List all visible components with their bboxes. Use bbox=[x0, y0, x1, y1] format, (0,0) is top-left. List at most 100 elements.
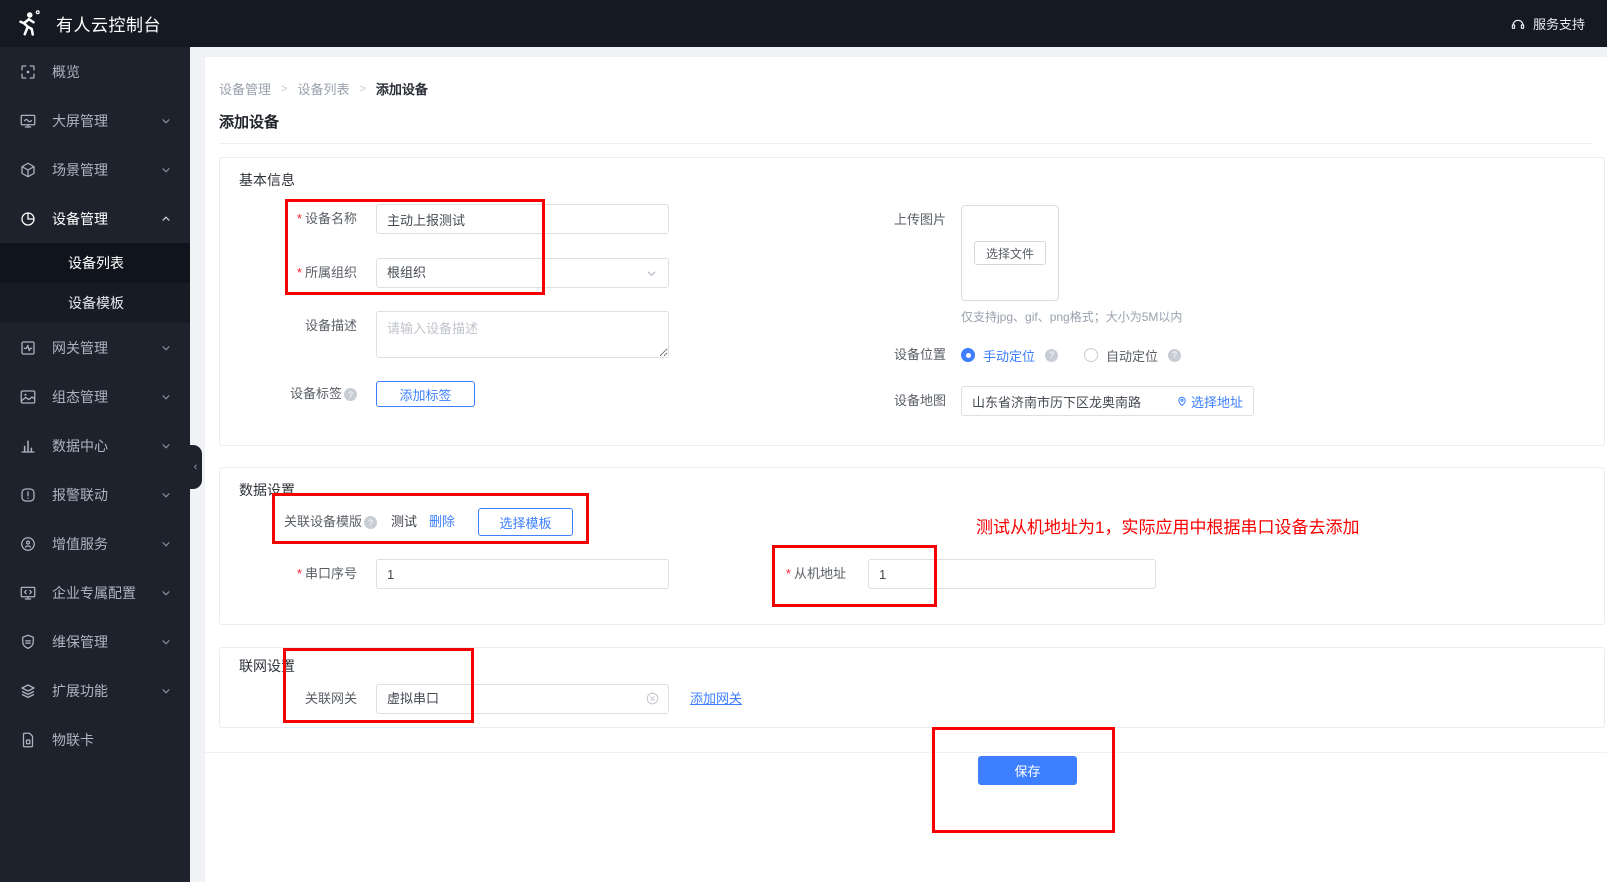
chevron-down-icon bbox=[160, 685, 172, 697]
section-title-data: 数据设置 bbox=[239, 482, 295, 498]
chevron-down-icon bbox=[160, 164, 172, 176]
upload-image-dropzone[interactable]: 选择文件 bbox=[961, 205, 1059, 301]
collapse-chevron-icon: ‹ bbox=[193, 461, 198, 473]
manual-location-label: 手动定位 bbox=[983, 348, 1036, 364]
device-map-input[interactable]: 山东省济南市历下区龙奥南路 选择地址 bbox=[961, 386, 1254, 416]
sidebar-item-enterprise-config[interactable]: 企业专属配置 bbox=[0, 568, 190, 617]
layers-icon bbox=[19, 682, 37, 700]
breadcrumb: 设备管理 > 设备列表 > 添加设备 bbox=[219, 79, 428, 98]
sidebar-item-label: 大屏管理 bbox=[52, 112, 108, 129]
chevron-down-icon bbox=[160, 587, 172, 599]
auto-location-radio[interactable]: 自动定位 ? bbox=[1084, 340, 1182, 370]
section-title-network: 联网设置 bbox=[239, 658, 295, 674]
choose-file-button[interactable]: 选择文件 bbox=[974, 241, 1046, 265]
breadcrumb-separator: > bbox=[359, 82, 366, 95]
sidebar-item-iot-card[interactable]: 物联卡 bbox=[0, 715, 190, 764]
device-location-row: 设备位置 手动定位 ? 自动定位 ? bbox=[220, 340, 1604, 370]
sidebar-item-scene-mgmt[interactable]: 场景管理 bbox=[0, 145, 190, 194]
device-map-label: 设备地图 bbox=[893, 393, 946, 408]
device-template-value: 测试 bbox=[391, 514, 418, 529]
section-title-basic: 基本信息 bbox=[239, 172, 295, 188]
chevron-down-icon bbox=[160, 489, 172, 501]
breadcrumb-device-mgmt[interactable]: 设备管理 bbox=[219, 79, 271, 98]
network-settings-panel: 联网设置 关联网关 虚拟串口 添加网关 bbox=[219, 647, 1605, 728]
bar-chart-icon bbox=[19, 437, 37, 455]
page-title: 添加设备 bbox=[219, 114, 280, 131]
organization-label: * 所属组织 bbox=[296, 265, 357, 280]
sidebar-item-value-added[interactable]: 增值服务 bbox=[0, 519, 190, 568]
organization-row: * 所属组织 根组织 bbox=[220, 258, 1604, 288]
device-desc-label: 设备描述 bbox=[304, 318, 357, 333]
alarm-icon bbox=[19, 486, 37, 504]
brand-logo-icon bbox=[12, 9, 42, 39]
sidebar-item-extensions[interactable]: 扩展功能 bbox=[0, 666, 190, 715]
manual-location-radio[interactable]: 手动定位 ? bbox=[961, 340, 1059, 370]
sidebar-subitem-label: 设备列表 bbox=[68, 255, 124, 271]
sidebar-item-screen-mgmt[interactable]: 大屏管理 bbox=[0, 96, 190, 145]
choose-template-button[interactable]: 选择模板 bbox=[478, 508, 573, 536]
gateway-select[interactable]: 虚拟串口 bbox=[376, 684, 669, 714]
sidebar-item-maintenance[interactable]: 维保管理 bbox=[0, 617, 190, 666]
big-screen-icon bbox=[19, 112, 37, 130]
slave-address-row: * 从机地址 bbox=[220, 559, 1604, 589]
breadcrumb-device-list[interactable]: 设备列表 bbox=[297, 79, 349, 98]
delete-template-link[interactable]: 删除 bbox=[429, 508, 455, 536]
radio-unselected-icon bbox=[1084, 348, 1098, 362]
sidebar-subitem-device-list[interactable]: 设备列表 bbox=[0, 243, 190, 283]
sidebar-item-data-center[interactable]: 数据中心 bbox=[0, 421, 190, 470]
device-template-row: 关联设备模版? 测试 删除 选择模板 bbox=[220, 508, 1604, 536]
sidebar-item-label: 扩展功能 bbox=[52, 682, 108, 699]
required-asterisk: * bbox=[296, 211, 302, 226]
sidebar-item-label: 网关管理 bbox=[52, 339, 108, 356]
breadcrumb-current: 添加设备 bbox=[375, 82, 428, 97]
sidebar-item-label: 物联卡 bbox=[52, 731, 94, 748]
app-title: 有人云控制台 bbox=[56, 16, 161, 35]
shield-icon bbox=[19, 633, 37, 651]
sidebar-item-overview[interactable]: 概览 bbox=[0, 47, 190, 96]
add-gateway-link[interactable]: 添加网关 bbox=[690, 684, 742, 714]
device-location-label: 设备位置 bbox=[893, 347, 946, 362]
sidebar-item-gateway-mgmt[interactable]: 网关管理 bbox=[0, 323, 190, 372]
choose-address-link[interactable]: 选择地址 bbox=[1176, 392, 1243, 411]
slave-address-input[interactable] bbox=[868, 559, 1156, 589]
cube-icon bbox=[19, 161, 37, 179]
breadcrumb-separator: > bbox=[281, 82, 288, 95]
sidebar-item-label: 企业专属配置 bbox=[52, 584, 136, 601]
value-added-service-icon bbox=[19, 535, 37, 553]
service-support-label: 服务支持 bbox=[1532, 17, 1585, 32]
upload-image-label: 上传图片 bbox=[893, 212, 946, 227]
chevron-down-icon bbox=[160, 440, 172, 452]
gateway-icon bbox=[19, 339, 37, 357]
clear-icon[interactable] bbox=[645, 691, 660, 706]
device-map-value: 山东省济南市历下区龙奥南路 bbox=[972, 394, 1142, 410]
slave-address-label: * 从机地址 bbox=[785, 566, 846, 581]
divider bbox=[219, 143, 1591, 144]
chevron-down-icon bbox=[160, 391, 172, 403]
device-tag-label: 设备标签? bbox=[220, 381, 357, 407]
gateway-label: 关联网关 bbox=[304, 691, 357, 706]
help-icon[interactable]: ? bbox=[1168, 348, 1182, 362]
sidebar-item-scada-mgmt[interactable]: 组态管理 bbox=[0, 372, 190, 421]
required-asterisk: * bbox=[785, 566, 791, 581]
chevron-up-icon bbox=[160, 213, 172, 225]
auto-location-label: 自动定位 bbox=[1106, 348, 1159, 364]
help-icon[interactable]: ? bbox=[1045, 348, 1059, 362]
sidebar-item-device-mgmt[interactable]: 设备管理 bbox=[0, 194, 190, 243]
save-button[interactable]: 保存 bbox=[978, 756, 1077, 785]
chevron-down-icon bbox=[160, 115, 172, 127]
help-icon[interactable]: ? bbox=[364, 516, 378, 530]
help-icon[interactable]: ? bbox=[344, 388, 357, 402]
add-tag-button[interactable]: 添加标签 bbox=[376, 381, 475, 407]
sidebar-subitem-device-template[interactable]: 设备模板 bbox=[0, 283, 190, 323]
sidebar-collapse-handle[interactable]: ‹ bbox=[189, 445, 202, 489]
device-template-label: 关联设备模版? bbox=[284, 508, 378, 536]
organization-select[interactable]: 根组织 bbox=[376, 258, 669, 288]
chevron-down-icon bbox=[645, 267, 658, 280]
service-support-link[interactable]: 服务支持 bbox=[1510, 14, 1585, 33]
sidebar-item-label: 报警联动 bbox=[52, 486, 108, 503]
device-name-input[interactable] bbox=[376, 204, 669, 234]
sidebar-item-alarm-linkage[interactable]: 报警联动 bbox=[0, 470, 190, 519]
sidebar-item-label: 概览 bbox=[52, 63, 80, 80]
chevron-down-icon bbox=[160, 636, 172, 648]
sidebar-subitem-label: 设备模板 bbox=[68, 295, 124, 311]
